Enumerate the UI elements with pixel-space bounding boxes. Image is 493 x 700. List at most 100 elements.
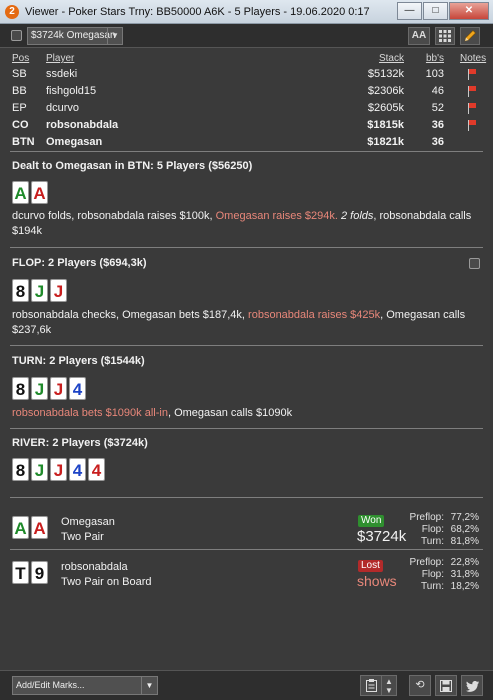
players-table: Pos Player Stack bb's Notes SB ssdeki $513… (10, 52, 486, 151)
player-bbs: 46 (431, 85, 444, 97)
player-notes[interactable] (460, 117, 484, 134)
title-bar: 2 Viewer - Poker Stars Trny: BB50000 A6K… (0, 0, 493, 24)
playing-card: 4 (88, 458, 105, 481)
maximize-button[interactable]: □ (423, 2, 448, 20)
font-size-button[interactable]: AA (408, 27, 430, 45)
header-player[interactable]: Player (46, 52, 74, 66)
turn-title: TURN: 2 Players ($1544k) (12, 355, 145, 367)
bottom-bar: Add/Edit Marks... ▼ ▲ ▼ ⟲ (0, 670, 493, 700)
equity-value: 68,2% (450, 524, 479, 535)
app-icon: 2 (5, 4, 19, 19)
grid-button[interactable] (435, 27, 455, 45)
equity-label: Flop: (421, 569, 444, 580)
flag-icon[interactable] (467, 119, 477, 132)
hole-cards: AA (12, 181, 50, 204)
divider (10, 247, 483, 248)
player-name: dcurvo (46, 102, 80, 114)
action-text: Omegasan raises $294k. (215, 210, 338, 222)
sort-button[interactable]: ▲ ▼ (381, 675, 397, 696)
flag-icon[interactable] (467, 68, 477, 81)
player-pos: BB (12, 85, 27, 97)
playing-card: 4 (69, 458, 86, 481)
divider (10, 549, 483, 550)
player-stack: $1821k (367, 136, 404, 148)
divider (10, 151, 483, 152)
marks-dropdown-value: Add/Edit Marks... (16, 680, 85, 690)
divider (10, 345, 483, 346)
player-stack: $1815k (367, 119, 404, 131)
equity-value: 22,8% (450, 557, 479, 568)
player-notes[interactable] (460, 100, 484, 117)
player-stack: $2605k (367, 102, 404, 114)
playing-card: A (12, 516, 29, 539)
chevron-down-icon: ▼ (107, 28, 122, 44)
select-checkbox[interactable] (11, 30, 22, 41)
player-name: ssdeki (46, 68, 78, 80)
chevron-down-icon: ▼ (141, 677, 157, 694)
playing-card: 9 (31, 561, 48, 584)
player-stack: $2306k (367, 85, 404, 97)
playing-card: 8 (12, 458, 29, 481)
flag-icon[interactable] (467, 102, 477, 115)
player-bbs: 52 (431, 102, 444, 114)
playing-card: A (31, 516, 48, 539)
grid-icon (439, 30, 451, 42)
save-icon (440, 680, 452, 692)
clipboard-button[interactable] (360, 675, 382, 696)
river-title: RIVER: 2 Players ($3724k) (12, 437, 148, 449)
close-button[interactable]: ✕ (449, 2, 489, 20)
minimize-button[interactable]: — (397, 2, 422, 20)
turn-cards: 8JJ4 (12, 377, 88, 400)
player-pos: EP (12, 102, 27, 114)
player-stack: $5132k (367, 68, 404, 80)
header-stack[interactable]: Stack (379, 52, 404, 66)
action-text: robsonabdala checks, Omegasan bets $187,… (12, 309, 249, 321)
result-hand: Two Pair (61, 531, 104, 543)
player-name: Omegasan (46, 136, 103, 148)
twitter-icon (465, 681, 479, 692)
twitter-button[interactable] (461, 675, 483, 696)
player-name: robsonabdala (46, 119, 119, 131)
player-notes[interactable] (460, 66, 484, 83)
action-text: , Omegasan calls $1090k (167, 407, 293, 419)
equity-value: 18,2% (450, 581, 479, 592)
action-text: dcurvo folds, robsonabdala raises $100k, (12, 210, 216, 222)
equity-value: 81,8% (450, 536, 479, 547)
playing-card: 8 (12, 279, 29, 302)
playing-card: J (50, 458, 67, 481)
seat-dropdown[interactable]: $3724k Omegasan ▼ (27, 27, 123, 45)
marks-dropdown[interactable]: Add/Edit Marks... ▼ (12, 676, 158, 695)
player-bbs: 36 (431, 119, 444, 131)
flop-checkbox[interactable] (469, 258, 480, 269)
result-badge: Won (358, 515, 385, 527)
flag-icon[interactable] (467, 85, 477, 98)
toolbar: $3724k Omegasan ▼ AA (0, 24, 493, 48)
save-button[interactable] (435, 675, 457, 696)
table-row[interactable]: BTN Omegasan $1821k 36 (10, 134, 484, 151)
table-header: Pos Player Stack bb's Notes (10, 52, 486, 66)
refresh-icon: ⟲ (415, 679, 425, 691)
flop-actions: robsonabdala checks, Omegasan bets $187,… (12, 308, 478, 338)
table-row[interactable]: CO robsonabdala $1815k 36 (10, 117, 484, 134)
preflop-actions: dcurvo folds, robsonabdala raises $100k,… (12, 209, 478, 239)
player-pos: BTN (12, 136, 35, 148)
refresh-button[interactable]: ⟲ (409, 675, 431, 696)
player-notes[interactable] (460, 83, 484, 100)
table-row[interactable]: SB ssdeki $5132k 103 (10, 66, 484, 83)
seat-dropdown-value: $3724k Omegasan (31, 30, 116, 41)
player-pos: SB (12, 68, 27, 80)
table-row[interactable]: BB fishgold15 $2306k 46 (10, 83, 484, 100)
result-badge: Lost (358, 560, 383, 572)
preflop-title: Dealt to Omegasan in BTN: 5 Players ($56… (12, 160, 253, 172)
result-player-name: Omegasan (61, 516, 115, 528)
equity-value: 31,8% (450, 569, 479, 580)
header-notes[interactable]: Notes (460, 52, 486, 66)
player-bbs: 36 (431, 136, 444, 148)
table-row[interactable]: EP dcurvo $2605k 52 (10, 100, 484, 117)
result-player-name: robsonabdala (61, 561, 128, 573)
sort-icon: ▲ ▼ (385, 677, 393, 695)
edit-button[interactable] (460, 27, 480, 45)
playing-card: J (50, 279, 67, 302)
header-pos[interactable]: Pos (12, 52, 29, 66)
header-bbs[interactable]: bb's (426, 52, 444, 66)
